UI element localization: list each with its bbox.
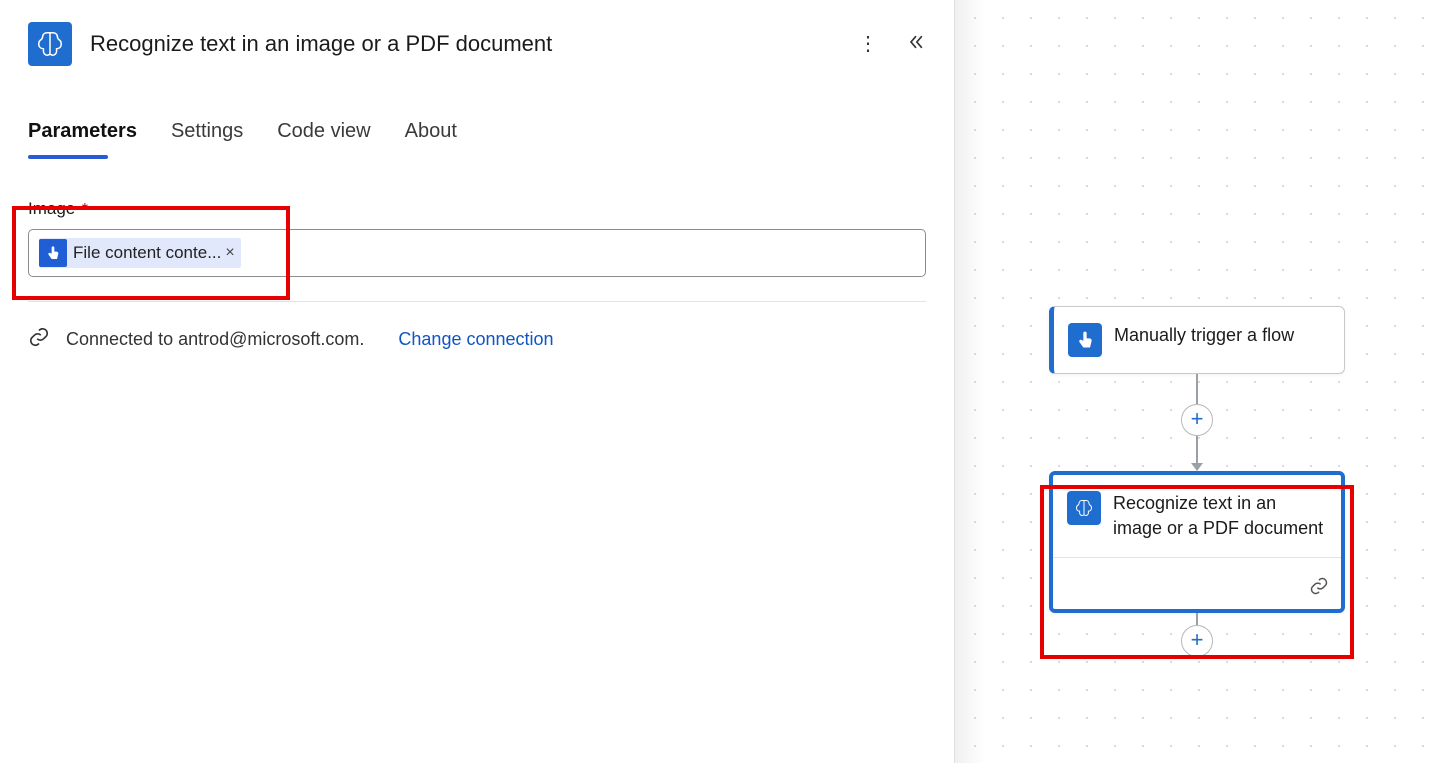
connection-row: Connected to antrod@microsoft.com. Chang…	[0, 302, 954, 353]
token-label: File content conte...	[73, 243, 221, 263]
token-remove-button[interactable]: ×	[225, 244, 234, 262]
node-trigger-title: Manually trigger a flow	[1114, 323, 1294, 348]
link-icon	[28, 326, 50, 353]
image-input[interactable]: File content conte... ×	[28, 229, 926, 277]
node-trigger[interactable]: Manually trigger a flow	[1049, 306, 1345, 374]
connector-line	[1196, 436, 1198, 464]
required-marker: *	[82, 201, 88, 218]
flow-canvas[interactable]: Manually trigger a flow + Recognize text…	[955, 0, 1439, 763]
canvas-shadow	[955, 0, 985, 763]
connection-text: Connected to antrod@microsoft.com.	[66, 329, 364, 350]
tab-about[interactable]: About	[405, 120, 457, 155]
touch-icon	[1068, 323, 1102, 357]
panel-header: Recognize text in an image or a PDF docu…	[0, 0, 954, 80]
tab-code-view[interactable]: Code view	[277, 120, 370, 155]
ai-brain-icon	[28, 22, 72, 66]
collapse-panel-button[interactable]	[906, 32, 926, 57]
ai-brain-icon	[1067, 491, 1101, 525]
link-icon	[1309, 576, 1329, 601]
touch-icon	[39, 239, 67, 267]
connector-line	[1196, 613, 1198, 625]
panel-title: Recognize text in an image or a PDF docu…	[90, 31, 858, 57]
tab-settings[interactable]: Settings	[171, 120, 243, 155]
node-recognize-text[interactable]: Recognize text in an image or a PDF docu…	[1049, 471, 1345, 613]
tab-bar: Parameters Settings Code view About	[0, 80, 954, 155]
add-step-button[interactable]: +	[1181, 625, 1213, 657]
node-footer	[1053, 570, 1341, 609]
parameters-form: Image * File content conte... ×	[0, 155, 954, 277]
change-connection-link[interactable]: Change connection	[398, 329, 553, 350]
node-recognize-title: Recognize text in an image or a PDF docu…	[1113, 491, 1327, 541]
image-field-label: Image	[28, 199, 75, 218]
connector-line	[1196, 374, 1198, 404]
flow-column: Manually trigger a flow + Recognize text…	[1047, 306, 1347, 657]
more-menu-button[interactable]: ⋮	[858, 34, 878, 54]
tab-parameters[interactable]: Parameters	[28, 120, 137, 155]
config-panel: Recognize text in an image or a PDF docu…	[0, 0, 955, 763]
file-content-token[interactable]: File content conte... ×	[39, 238, 241, 268]
arrow-down-icon	[1191, 463, 1203, 471]
add-step-button[interactable]: +	[1181, 404, 1213, 436]
field-label-row: Image *	[28, 199, 926, 219]
